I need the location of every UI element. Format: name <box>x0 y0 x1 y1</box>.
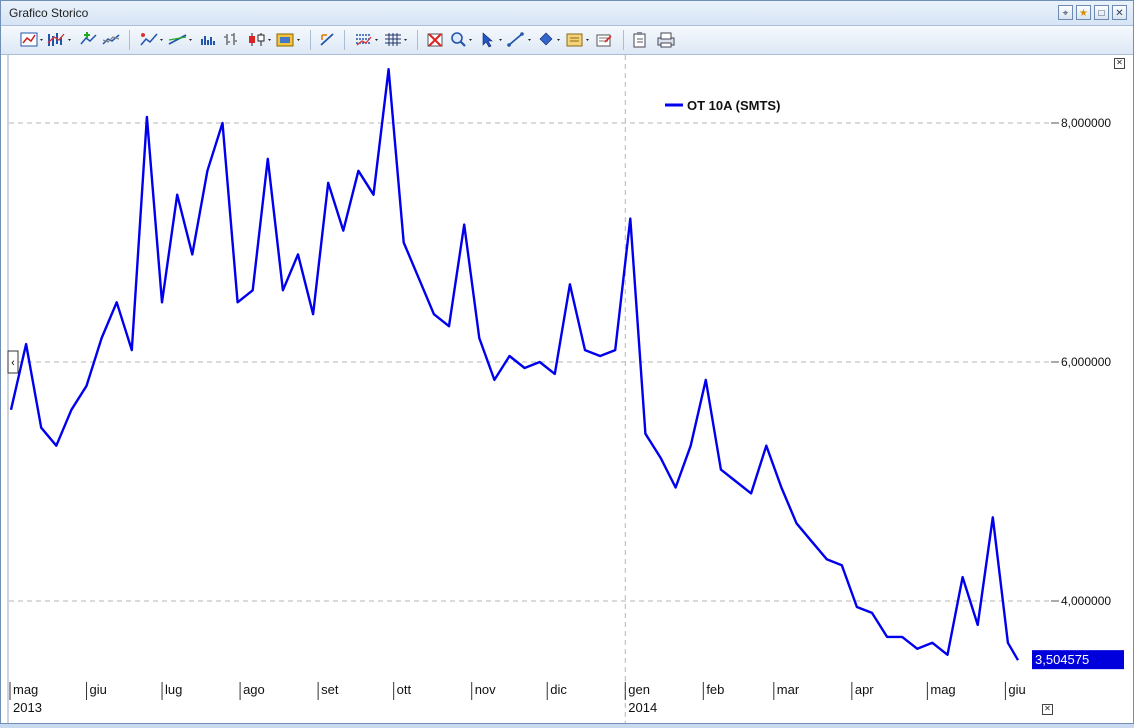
template-icon[interactable] <box>566 33 589 47</box>
price-chart[interactable]: 4,000000 6,000000 8,000000 mag giu lug ago set… <box>1 55 1133 723</box>
add-study-icon[interactable] <box>80 32 97 45</box>
year-label: 2014 <box>628 700 657 715</box>
ohlc-icon[interactable] <box>224 33 237 45</box>
shape-icon[interactable] <box>539 32 560 46</box>
copy-icon[interactable] <box>633 32 646 48</box>
candles-icon[interactable] <box>249 33 271 46</box>
chart-window: Grafico Storico ⌖ ★ □ ✕ 4,000000 6,00000… <box>0 0 1134 724</box>
maximize-icon[interactable]: □ <box>1094 5 1109 20</box>
close-panel-icon[interactable]: ✕ <box>1114 58 1125 69</box>
print-icon[interactable] <box>657 32 675 48</box>
x-tick-label: dic <box>550 682 567 697</box>
compare-icon[interactable] <box>102 34 120 45</box>
chart-area[interactable]: 4,000000 6,000000 8,000000 mag giu lug ago set… <box>1 55 1133 723</box>
plot-background <box>8 55 1042 723</box>
zoom-fit-icon[interactable] <box>320 33 334 46</box>
scroll-left-icon[interactable]: ‹ <box>11 357 15 369</box>
x-tick-label: ott <box>397 682 412 697</box>
toolbar-icons <box>20 30 675 50</box>
star-icon[interactable]: ★ <box>1076 5 1091 20</box>
close-icon[interactable]: ✕ <box>1112 5 1127 20</box>
x-tick-label: apr <box>855 682 874 697</box>
toolbar <box>1 26 1133 55</box>
y-tick-label: 8,000000 <box>1061 116 1111 130</box>
x-tick-label: mag <box>13 682 38 697</box>
cursor-icon[interactable] <box>482 32 502 48</box>
x-tick-label: ago <box>243 682 265 697</box>
trend-icon[interactable] <box>168 34 192 45</box>
close-axis-icon[interactable]: ✕ <box>1042 704 1053 715</box>
x-tick-label: giu <box>90 682 107 697</box>
x-tick-label: mar <box>777 682 800 697</box>
clear-icon[interactable] <box>596 34 612 47</box>
draw-line-icon[interactable] <box>140 33 163 46</box>
line-tool-icon[interactable] <box>507 32 531 47</box>
grid-icon[interactable] <box>385 33 407 46</box>
x-tick-label: set <box>321 682 339 697</box>
color-icon[interactable] <box>276 33 300 47</box>
legend-label: OT 10A (SMTS) <box>687 98 780 113</box>
window-controls: ⌖ ★ □ ✕ <box>1058 5 1127 20</box>
chart-type-icon[interactable] <box>20 32 43 47</box>
x-tick-label: mag <box>930 682 955 697</box>
delete-icon[interactable] <box>427 33 443 47</box>
x-tick-label: lug <box>165 682 182 697</box>
window-title: Grafico Storico <box>9 6 89 20</box>
last-value-label: 3,504575 <box>1035 652 1089 667</box>
indicators-icon[interactable] <box>47 33 71 46</box>
bars-icon[interactable] <box>356 34 378 46</box>
x-tick-label: giu <box>1008 682 1025 697</box>
x-tick-label: gen <box>628 682 650 697</box>
pin-icon[interactable]: ⌖ <box>1058 5 1073 20</box>
y-tick-label: 6,000000 <box>1061 355 1111 369</box>
volume-icon[interactable] <box>201 36 215 45</box>
y-tick-label: 4,000000 <box>1061 594 1111 608</box>
x-tick-label: nov <box>475 682 496 697</box>
year-label: 2013 <box>13 700 42 715</box>
x-tick-label: feb <box>706 682 724 697</box>
title-bar[interactable]: Grafico Storico ⌖ ★ □ ✕ <box>1 1 1133 26</box>
zoom-icon[interactable] <box>451 32 472 47</box>
